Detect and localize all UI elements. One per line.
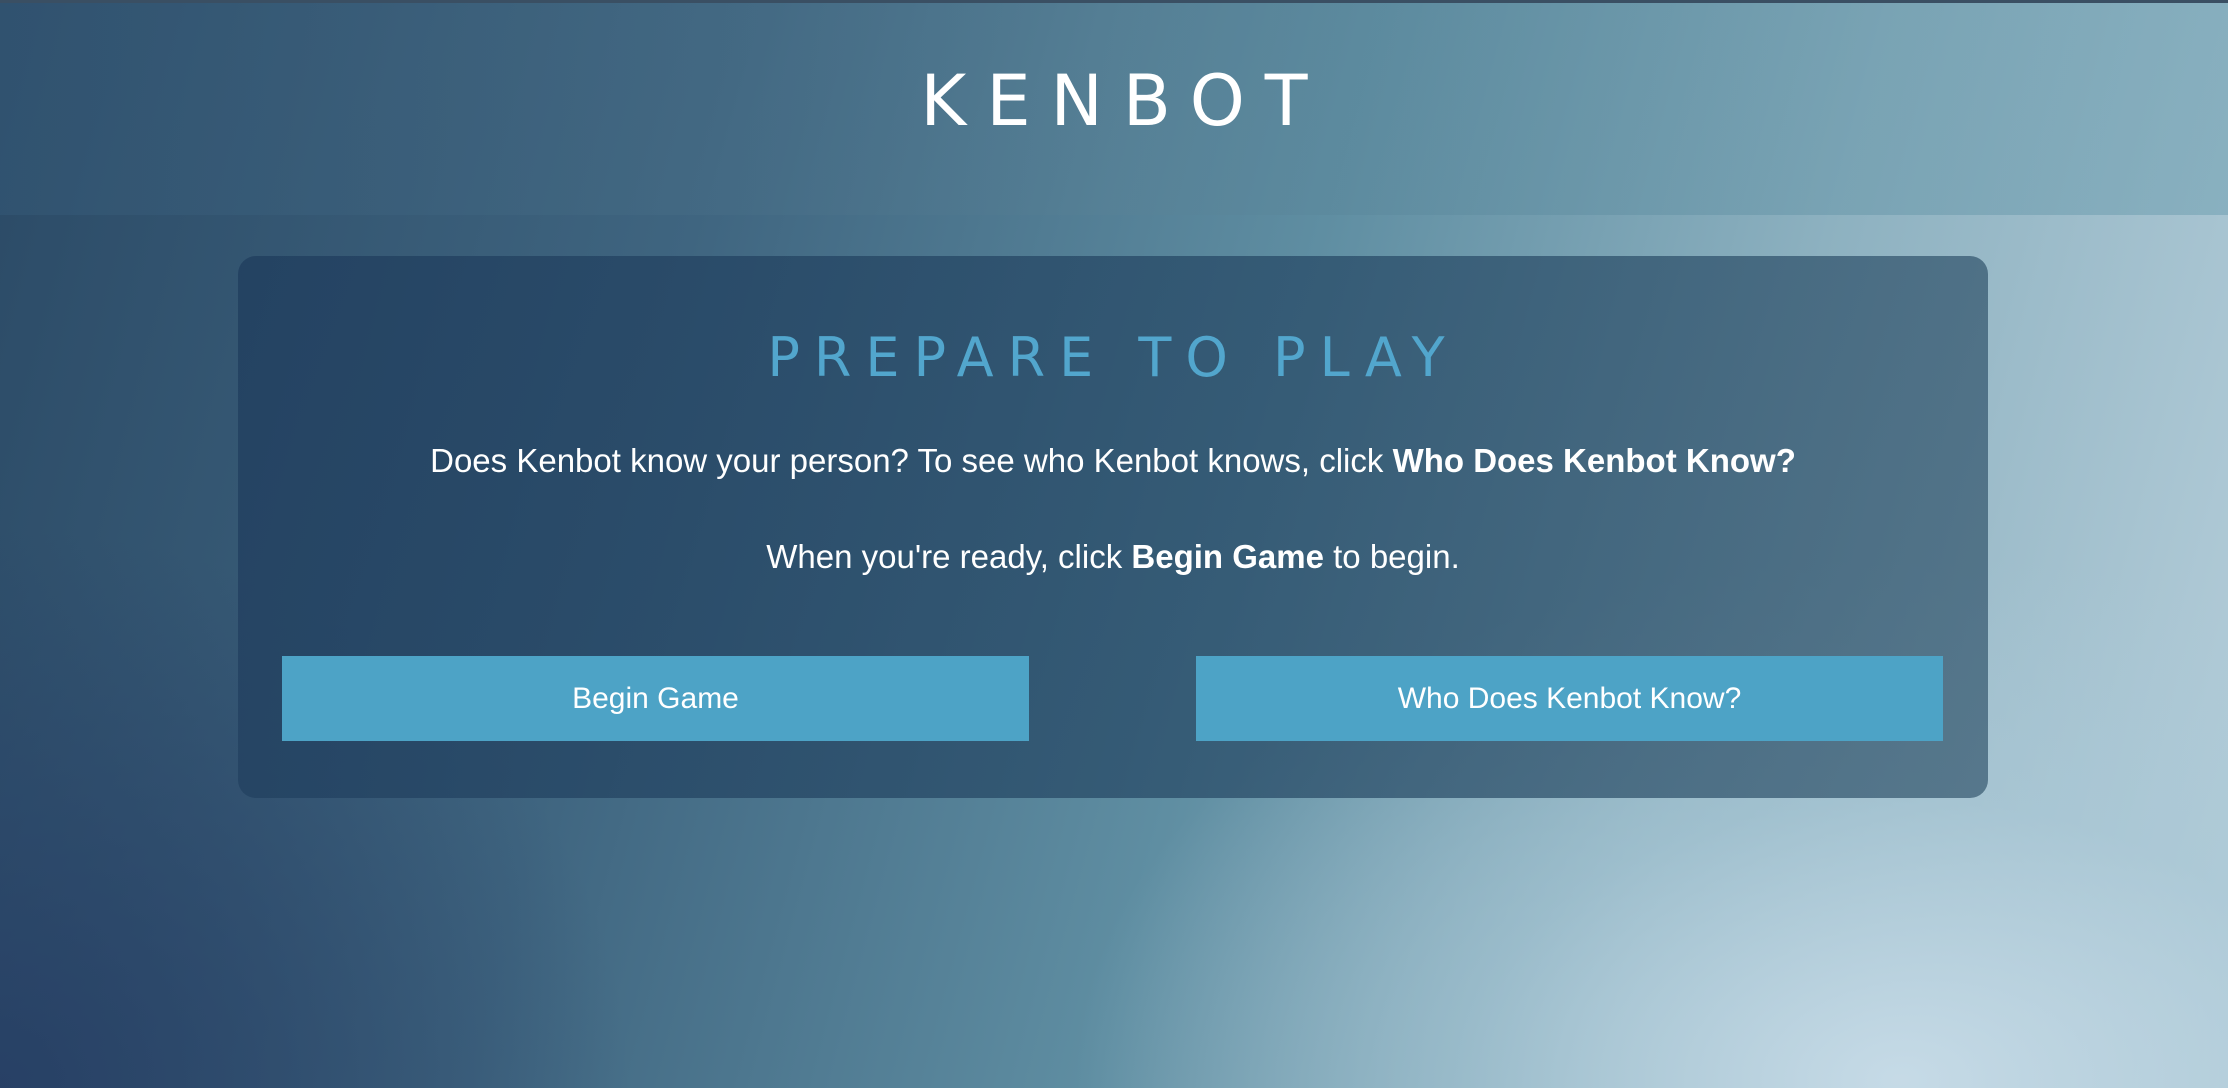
instruction-line-2-suffix: to begin. [1323,538,1460,575]
instruction-line-1: Does Kenbot know your person? To see who… [238,442,1988,480]
instruction-line-1-text: Does Kenbot know your person? To see who… [430,442,1393,479]
site-header: KENBOT [0,3,2228,215]
instruction-line-2-text: When you're ready, click [766,538,1132,575]
panel-title: PREPARE TO PLAY [767,326,1459,389]
begin-game-button[interactable]: Begin Game [282,656,1029,741]
brand-title: KENBOT [920,60,1328,142]
instruction-line-2-emphasis: Begin Game [1131,538,1324,575]
prepare-panel: PREPARE TO PLAY Does Kenbot know your pe… [238,256,1988,798]
instruction-line-2: When you're ready, click Begin Game to b… [238,538,1988,576]
who-does-kenbot-know-button[interactable]: Who Does Kenbot Know? [1196,656,1943,741]
instruction-line-1-emphasis: Who Does Kenbot Know? [1392,442,1796,479]
